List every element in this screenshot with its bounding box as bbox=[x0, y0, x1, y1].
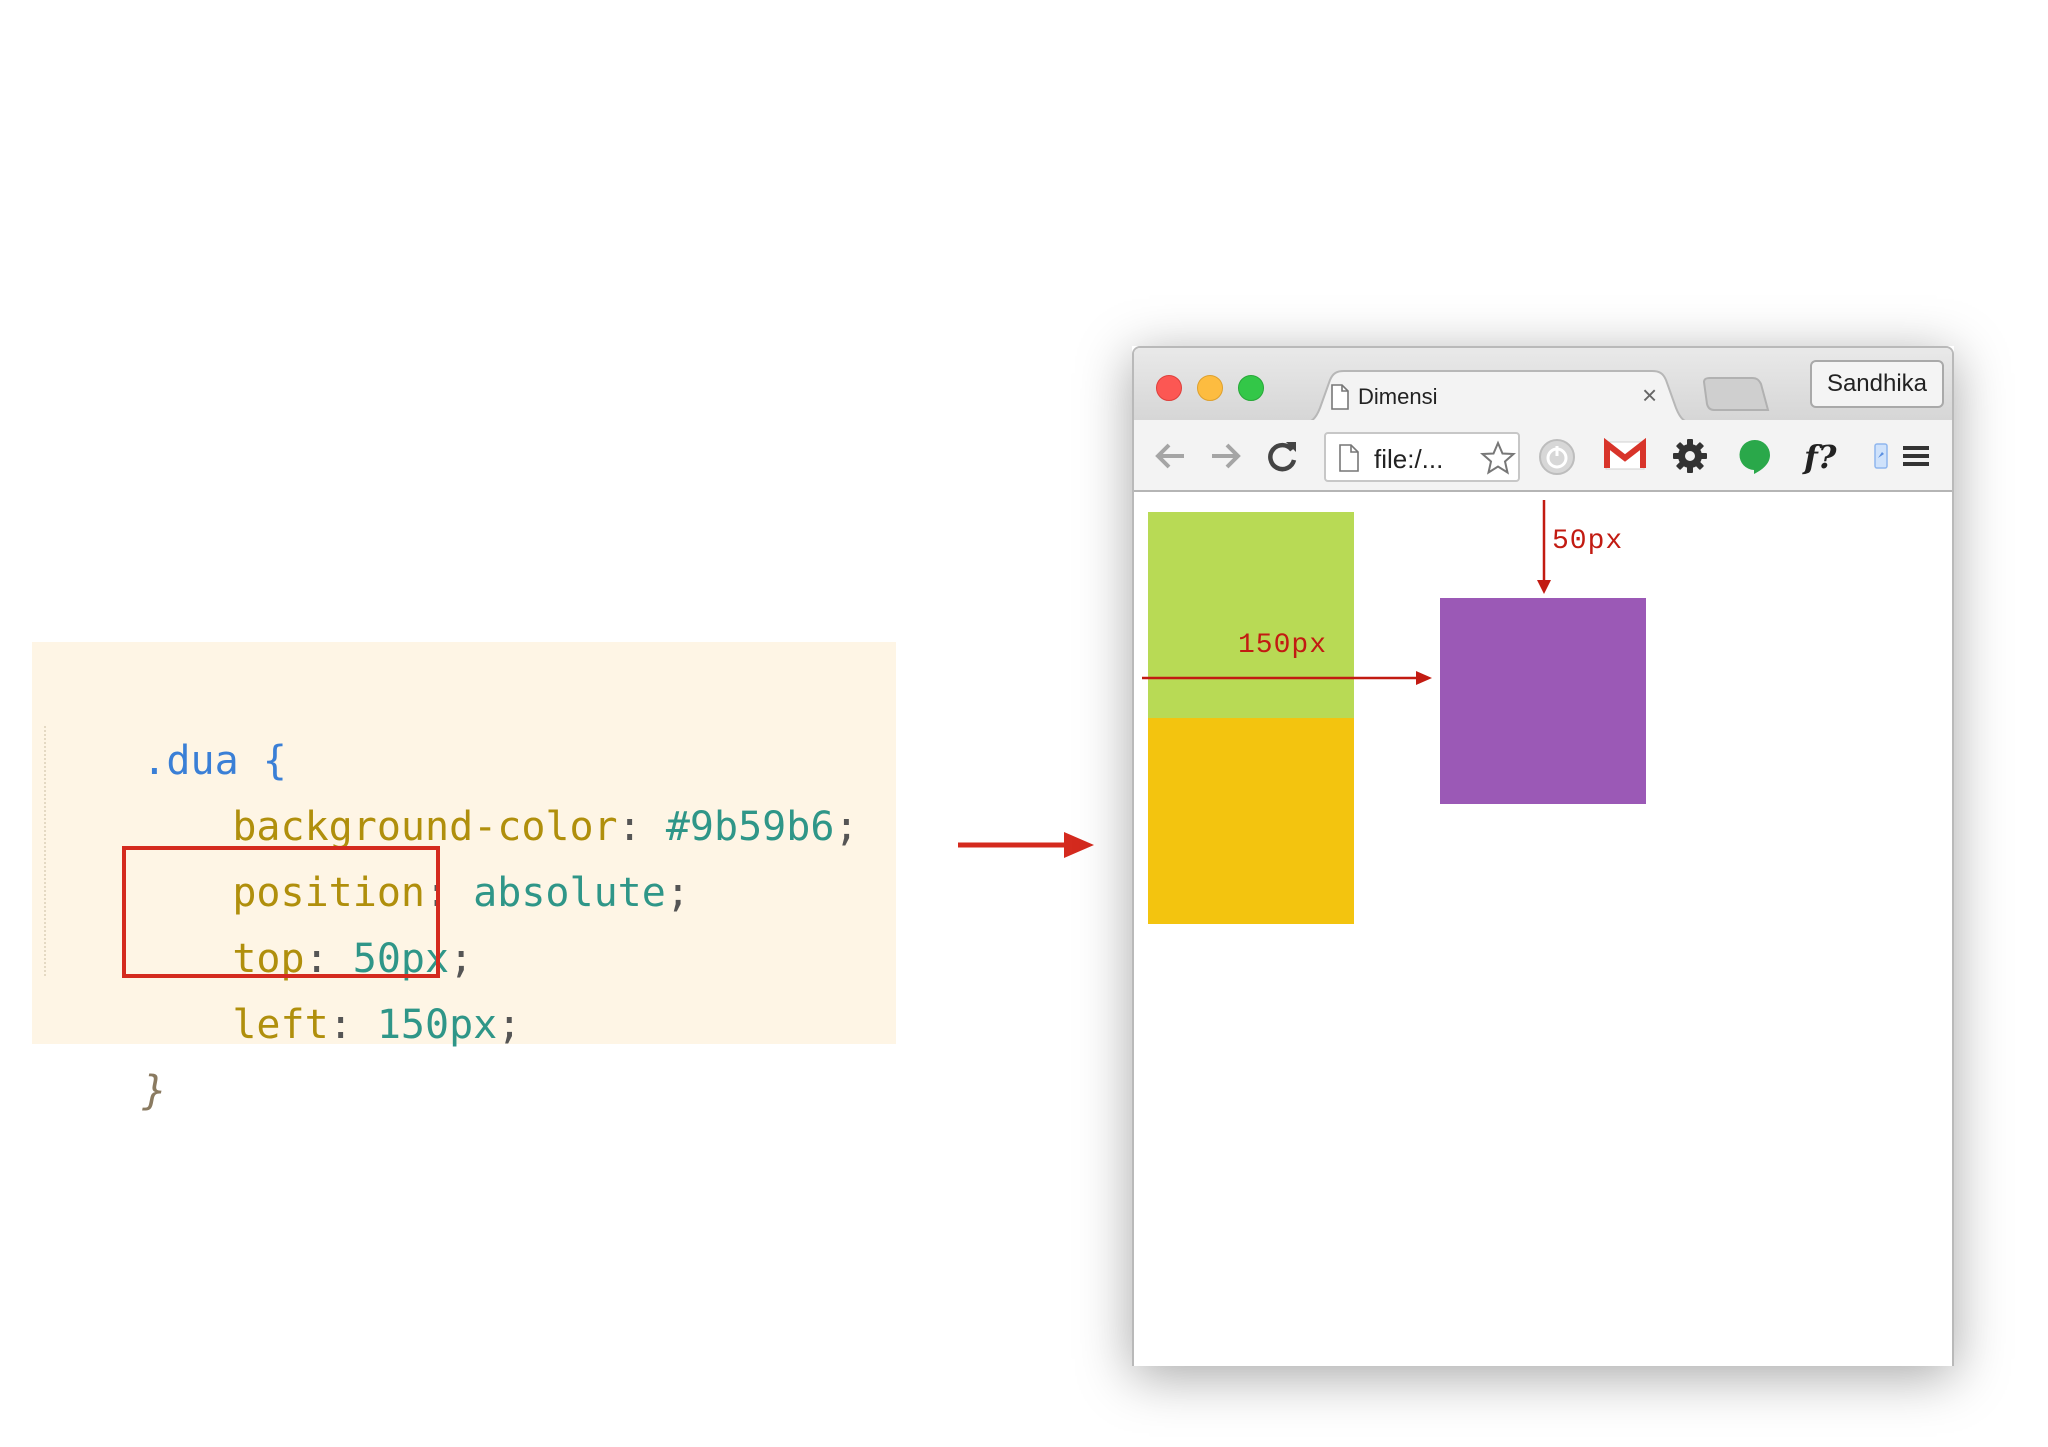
semicolon: ; bbox=[665, 870, 690, 916]
close-tab-button[interactable]: × bbox=[1642, 380, 1657, 411]
toolbar: file:/... f? bbox=[1134, 420, 1952, 492]
page-icon bbox=[1331, 384, 1349, 410]
annotation-arrows bbox=[1142, 500, 1551, 685]
profile-button[interactable]: Sandhika bbox=[1810, 360, 1944, 408]
back-arrow-icon[interactable] bbox=[1152, 438, 1188, 474]
power-icon[interactable] bbox=[1538, 438, 1576, 476]
css-value: #9b59b6 bbox=[665, 804, 835, 850]
extension-icon[interactable] bbox=[1872, 438, 1890, 474]
code-line-background-color: background-color: #9b59b6; bbox=[136, 728, 858, 850]
left-offset-arrowhead bbox=[1416, 671, 1432, 685]
minimize-window-button[interactable] bbox=[1197, 375, 1223, 401]
gear-icon[interactable] bbox=[1672, 438, 1708, 474]
hangouts-icon[interactable] bbox=[1738, 438, 1772, 476]
tab-title: Dimensi bbox=[1358, 384, 1438, 409]
semicolon: ; bbox=[834, 804, 859, 850]
top-offset-label: 50px bbox=[1552, 526, 1624, 557]
code-line-close: } bbox=[46, 992, 166, 1114]
title-bar: Dimensi × Sandhika bbox=[1134, 348, 1952, 424]
highlight-box bbox=[122, 846, 440, 978]
code-line-selector: .dua { bbox=[46, 662, 287, 784]
address-text: file:/... bbox=[1374, 444, 1444, 474]
address-bar[interactable]: file:/... bbox=[1324, 432, 1520, 482]
css-value: absolute bbox=[473, 870, 666, 916]
semicolon: ; bbox=[497, 1002, 522, 1048]
top-offset-arrowhead bbox=[1537, 580, 1551, 594]
close-window-button[interactable] bbox=[1156, 375, 1182, 401]
css-code-panel: .dua { background-color: #9b59b6; positi… bbox=[32, 642, 896, 1114]
close-brace: } bbox=[142, 1068, 167, 1114]
colon: : bbox=[328, 1002, 353, 1048]
css-value: 150px bbox=[376, 1002, 498, 1048]
new-tab-button[interactable] bbox=[1702, 376, 1770, 412]
right-arrow-icon bbox=[958, 832, 1094, 858]
forward-arrow-icon[interactable] bbox=[1208, 438, 1244, 474]
gmail-icon[interactable] bbox=[1604, 438, 1646, 472]
menu-icon[interactable] bbox=[1900, 438, 1932, 474]
tab-dimensi[interactable]: Dimensi × bbox=[1298, 370, 1698, 424]
star-icon[interactable] bbox=[1480, 440, 1516, 476]
page-viewport: 50px 150px bbox=[1134, 492, 1952, 1366]
svg-text:f?: f? bbox=[1802, 438, 1837, 476]
css-property: left bbox=[232, 1002, 329, 1048]
left-offset-label: 150px bbox=[1238, 630, 1328, 661]
page-icon bbox=[1339, 444, 1359, 472]
f-question-icon[interactable]: f? bbox=[1802, 438, 1846, 476]
browser-window: Dimensi × Sandhika file:/... f? 50px 150… bbox=[1132, 346, 1954, 1366]
maximize-window-button[interactable] bbox=[1238, 375, 1264, 401]
reload-icon[interactable] bbox=[1264, 438, 1300, 474]
